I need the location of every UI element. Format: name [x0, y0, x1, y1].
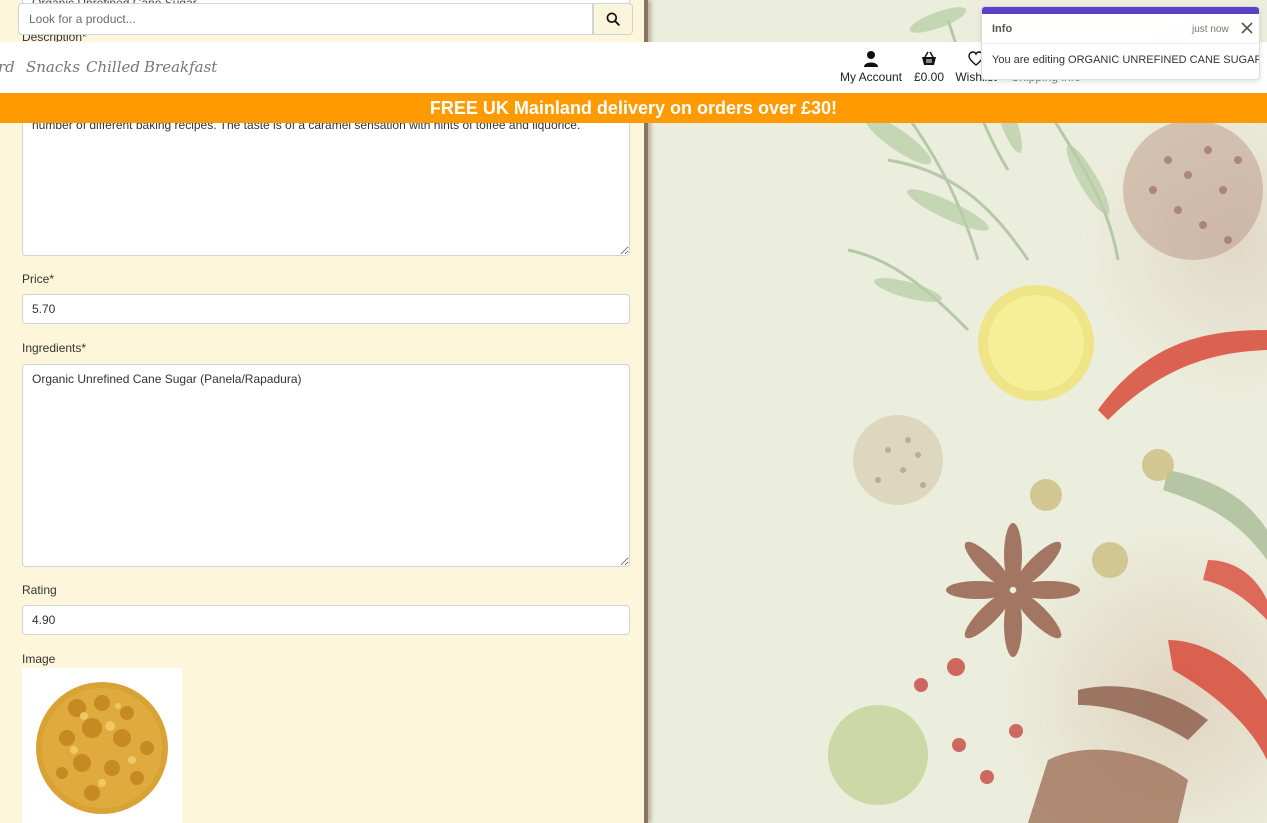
free-delivery-banner: FREE UK Mainland delivery on orders over… — [0, 93, 1267, 123]
toast-title: Info — [992, 23, 1013, 35]
user-icon — [864, 51, 878, 67]
search-input[interactable] — [18, 3, 593, 35]
rating-label: Rating — [22, 583, 57, 597]
background-spices-image — [648, 0, 1267, 823]
cane-sugar-image — [36, 682, 168, 814]
toast-message: You are editing ORGANIC UNREFINED CANE S… — [992, 54, 1260, 66]
banner-text: on orders over £30! — [664, 98, 838, 118]
info-toast: Info just now You are editing ORGANIC UN… — [981, 6, 1260, 80]
basket-total: £0.00 — [913, 70, 945, 84]
description-textarea[interactable]: number of different baking recipes. The … — [22, 110, 630, 256]
toast-header: Info just now — [982, 14, 1259, 44]
edit-product-form-panel: Organic Unrefined Cane Sugar Description… — [0, 0, 648, 823]
search-button[interactable] — [593, 3, 633, 35]
product-image-thumbnail — [22, 668, 182, 823]
price-label: Price* — [22, 272, 55, 286]
toast-timestamp: just now — [1192, 24, 1229, 35]
search-icon — [606, 12, 620, 26]
price-input[interactable] — [22, 294, 630, 324]
toast-accent-bar — [982, 7, 1259, 14]
basket-link[interactable]: £0.00 — [912, 50, 946, 84]
close-icon[interactable] — [1240, 21, 1254, 35]
nav-category-partial[interactable]: rd — [0, 58, 15, 76]
nav-category-snacks[interactable]: Snacks — [26, 58, 80, 76]
nav-category-chilled[interactable]: Chilled — [86, 58, 140, 76]
nav-category-breakfast[interactable]: Breakfast — [144, 58, 217, 76]
ingredients-label: Ingredients* — [22, 341, 87, 355]
image-label: Image — [22, 652, 56, 666]
basket-icon — [922, 51, 936, 65]
rating-input[interactable] — [22, 605, 630, 635]
spices-illustration — [828, 7, 1267, 823]
ingredients-textarea[interactable]: Organic Unrefined Cane Sugar (Panela/Rap… — [22, 364, 630, 567]
banner-highlight: FREE UK Mainland delivery — [429, 98, 665, 118]
my-account-link[interactable]: My Account — [836, 50, 906, 84]
my-account-label: My Account — [839, 70, 903, 84]
